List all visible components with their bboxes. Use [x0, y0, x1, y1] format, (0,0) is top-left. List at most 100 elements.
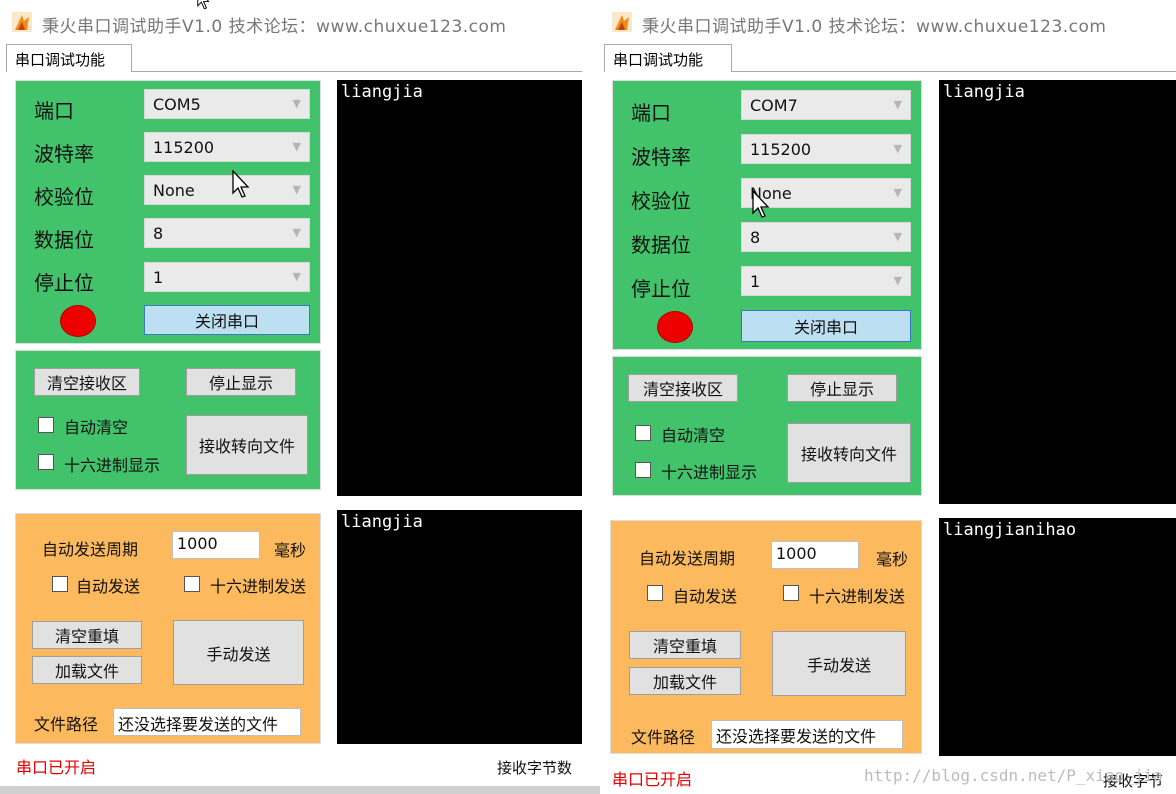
period-input[interactable]: 1000 [172, 531, 260, 559]
databits-label: 数据位 [631, 233, 691, 257]
file-path-field[interactable]: 还没选择要发送的文件 [711, 720, 903, 749]
parity-label: 校验位 [631, 189, 691, 213]
receive-to-file-button[interactable]: 接收转向文件 [186, 415, 308, 475]
manual-send-button[interactable]: 手动发送 [772, 631, 906, 696]
databits-value: 8 [153, 224, 164, 243]
stopbits-select[interactable]: 1 ▼ [741, 266, 911, 296]
receive-to-file-button[interactable]: 接收转向文件 [787, 423, 911, 483]
port-select[interactable]: COM5 ▼ [144, 89, 310, 119]
manual-send-button[interactable]: 手动发送 [173, 620, 304, 685]
port-value: COM7 [750, 96, 798, 115]
stopbits-value: 1 [153, 268, 164, 287]
hex-send-label: 十六进制发送 [210, 577, 307, 596]
parity-select[interactable]: None ▼ [144, 175, 310, 205]
chevron-down-icon: ▼ [292, 140, 301, 153]
receive-bytes-label: 接收字节数 [497, 759, 573, 777]
port-status-text: 串口已开启 [612, 770, 693, 789]
stop-display-button[interactable]: 停止显示 [787, 374, 897, 402]
mouse-cursor-icon [197, 0, 210, 10]
clear-refill-button[interactable]: 清空重填 [32, 621, 142, 649]
databits-label: 数据位 [34, 228, 94, 252]
auto-clear-checkbox[interactable] [38, 417, 54, 433]
mouse-cursor-icon [752, 190, 770, 218]
databits-select[interactable]: 8 ▼ [741, 222, 911, 252]
screenshot-separator [582, 0, 602, 794]
baud-select[interactable]: 115200 ▼ [144, 132, 310, 162]
receive-terminal[interactable]: liangjia [337, 80, 582, 496]
chevron-down-icon: ▼ [292, 183, 301, 196]
ms-label: 毫秒 [274, 541, 307, 560]
baud-label: 波特率 [631, 145, 691, 169]
receive-options-panel: 清空接收区 停止显示 自动清空 十六进制显示 接收转向文件 [15, 350, 321, 490]
clear-receive-button[interactable]: 清空接收区 [34, 368, 140, 396]
window-title: 秉火串口调试助手V1.0 技术论坛：www.chuxue123.com [642, 17, 1107, 37]
baud-value: 115200 [750, 140, 812, 159]
hex-display-checkbox[interactable] [635, 462, 651, 478]
send-terminal[interactable]: liangjia [337, 510, 582, 744]
close-port-button[interactable]: 关闭串口 [741, 310, 911, 342]
auto-clear-label: 自动清空 [64, 418, 129, 437]
send-panel: 自动发送周期 1000 毫秒 自动发送 十六进制发送 清空重填 手动发送 加载文… [610, 520, 922, 754]
window-title: 秉火串口调试助手V1.0 技术论坛：www.chuxue123.com [42, 17, 507, 37]
chevron-down-icon: ▼ [893, 186, 902, 199]
auto-send-period-label: 自动发送周期 [42, 540, 139, 559]
parity-label: 校验位 [34, 185, 94, 209]
clear-refill-button[interactable]: 清空重填 [629, 631, 741, 659]
receive-terminal[interactable]: liangjia [939, 80, 1176, 504]
title-bar: 秉火串口调试助手V1.0 技术论坛：www.chuxue123.com [602, 0, 1176, 42]
stopbits-label: 停止位 [34, 271, 94, 295]
hex-display-label: 十六进制显示 [64, 456, 161, 475]
ms-label: 毫秒 [876, 550, 909, 569]
auto-send-checkbox[interactable] [52, 576, 68, 592]
baud-select[interactable]: 115200 ▼ [741, 134, 911, 164]
auto-send-checkbox[interactable] [647, 585, 663, 601]
baud-label: 波特率 [34, 142, 94, 166]
serial-assistant-window-right: 秉火串口调试助手V1.0 技术论坛：www.chuxue123.com 串口调试… [602, 0, 1176, 794]
baud-value: 115200 [153, 138, 215, 157]
port-value: COM5 [153, 95, 201, 114]
tab-serial-debug[interactable]: 串口调试功能 [6, 44, 132, 72]
auto-clear-checkbox[interactable] [635, 425, 651, 441]
chevron-down-icon: ▼ [893, 274, 902, 287]
file-path-label: 文件路径 [34, 715, 99, 734]
send-terminal[interactable]: liangjianihao [939, 518, 1176, 756]
chevron-down-icon: ▼ [893, 230, 902, 243]
stop-display-button[interactable]: 停止显示 [186, 368, 296, 396]
send-panel: 自动发送周期 1000 毫秒 自动发送 十六进制发送 清空重填 手动发送 加载文… [15, 513, 321, 744]
tab-serial-debug[interactable]: 串口调试功能 [604, 44, 732, 72]
load-file-button[interactable]: 加载文件 [32, 656, 142, 684]
port-label: 端口 [34, 99, 74, 123]
flame-app-icon [12, 12, 32, 32]
period-input[interactable]: 1000 [771, 541, 859, 569]
chevron-down-icon: ▼ [292, 226, 301, 239]
load-file-button[interactable]: 加载文件 [629, 667, 741, 695]
clear-receive-button[interactable]: 清空接收区 [628, 374, 738, 402]
databits-select[interactable]: 8 ▼ [144, 218, 310, 248]
serial-assistant-window-left: 秉火串口调试助手V1.0 技术论坛：www.chuxue123.com 串口调试… [0, 0, 582, 786]
hex-display-label: 十六进制显示 [661, 463, 758, 482]
chevron-down-icon: ▼ [893, 98, 902, 111]
port-config-panel: 端口 COM5 ▼ 波特率 115200 ▼ 校验位 None ▼ 数据位 8 … [15, 80, 321, 344]
chevron-down-icon: ▼ [292, 97, 301, 110]
parity-value: None [153, 181, 195, 200]
port-status-text: 串口已开启 [16, 758, 97, 777]
stopbits-select[interactable]: 1 ▼ [144, 262, 310, 292]
mouse-cursor-icon [232, 170, 250, 198]
hex-send-checkbox[interactable] [783, 585, 799, 601]
auto-send-period-label: 自动发送周期 [639, 549, 736, 568]
hex-display-checkbox[interactable] [38, 454, 54, 470]
auto-send-label: 自动发送 [673, 587, 738, 606]
tab-divider [732, 71, 1176, 72]
port-select[interactable]: COM7 ▼ [741, 90, 911, 120]
close-port-button[interactable]: 关闭串口 [144, 305, 310, 335]
hex-send-label: 十六进制发送 [809, 587, 906, 606]
hex-send-checkbox[interactable] [184, 576, 200, 592]
receive-options-panel: 清空接收区 停止显示 自动清空 十六进制显示 接收转向文件 [612, 356, 922, 496]
bottom-strip [0, 786, 600, 794]
stopbits-label: 停止位 [631, 277, 691, 301]
auto-send-label: 自动发送 [76, 577, 141, 596]
auto-clear-label: 自动清空 [661, 426, 726, 445]
file-path-label: 文件路径 [631, 728, 696, 747]
file-path-field[interactable]: 还没选择要发送的文件 [113, 708, 301, 736]
port-label: 端口 [631, 101, 671, 125]
